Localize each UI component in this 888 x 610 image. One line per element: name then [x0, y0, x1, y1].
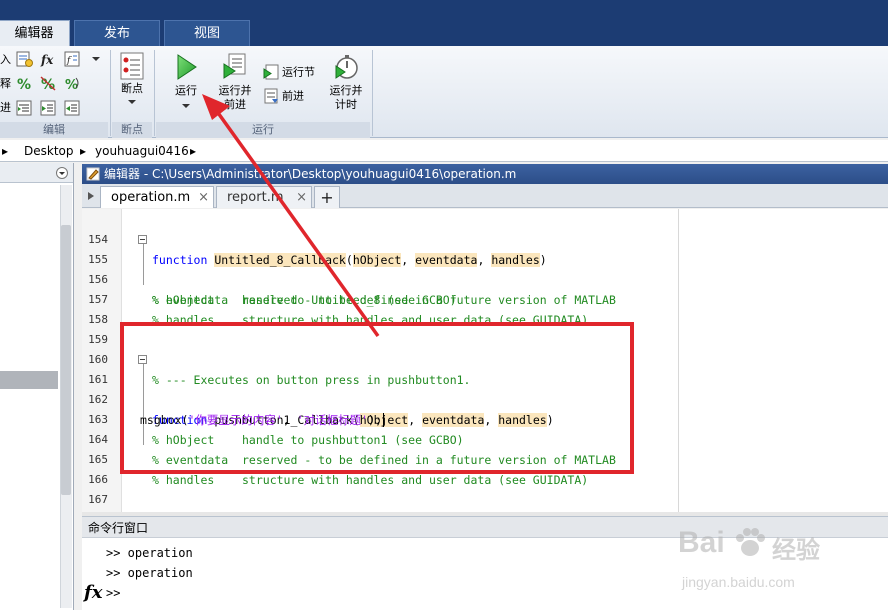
- command-history-line: >> operation: [106, 566, 193, 580]
- paw-icon: [736, 528, 765, 556]
- watermark-url: jingyan.baidu.com: [682, 574, 795, 590]
- command-history-line: >> operation: [106, 546, 193, 560]
- baidu-watermark: Bai 经验 jingyan.baidu.com: [676, 522, 876, 602]
- command-prompt[interactable]: >>: [106, 583, 120, 603]
- fx-icon[interactable]: fx: [84, 582, 102, 603]
- watermark-brand-cn: 经验: [772, 536, 820, 564]
- watermark-brand: Bai: [678, 526, 725, 559]
